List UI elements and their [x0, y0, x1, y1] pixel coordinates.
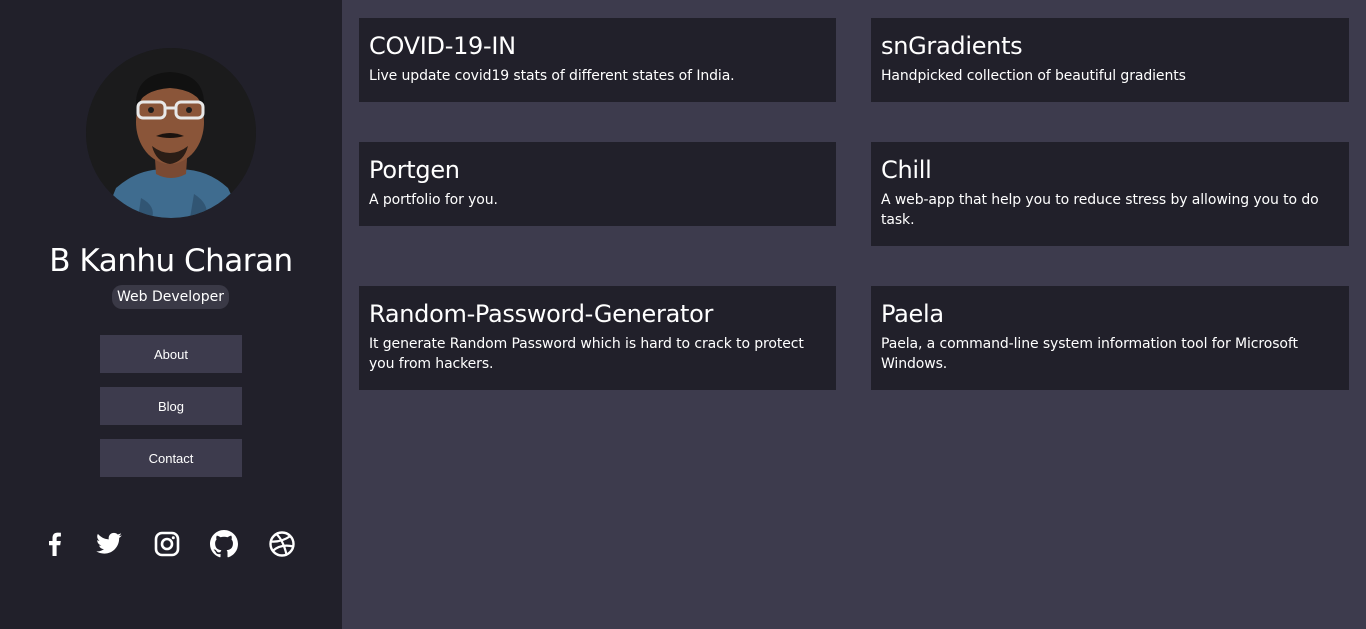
- twitter-icon[interactable]: [95, 530, 123, 558]
- project-description: Paela, a command-line system information…: [881, 336, 1298, 372]
- project-description: It generate Random Password which is har…: [369, 336, 804, 372]
- about-button[interactable]: About: [100, 335, 242, 373]
- project-title[interactable]: snGradients: [881, 30, 1339, 62]
- project-title[interactable]: Portgen: [369, 154, 826, 186]
- project-title[interactable]: Chill: [881, 154, 1339, 186]
- instagram-icon[interactable]: [153, 530, 181, 558]
- github-icon[interactable]: [210, 530, 238, 558]
- page: B Kanhu Charan Web Developer About Blog …: [0, 0, 1366, 629]
- project-title[interactable]: Random-Password-Generator: [369, 298, 826, 330]
- project-description: A web-app that help you to reduce stress…: [881, 192, 1319, 228]
- project-card[interactable]: snGradients Handpicked collection of bea…: [871, 18, 1349, 102]
- blog-button[interactable]: Blog: [100, 387, 242, 425]
- profile-name: B Kanhu Charan: [49, 243, 293, 279]
- contact-button[interactable]: Contact: [100, 439, 242, 477]
- project-description: Handpicked collection of beautiful gradi…: [881, 68, 1186, 84]
- project-card[interactable]: Random-Password-Generator It generate Ra…: [359, 286, 836, 390]
- project-description: Live update covid19 stats of different s…: [369, 68, 735, 84]
- project-card[interactable]: Chill A web-app that help you to reduce …: [871, 142, 1349, 246]
- avatar: [86, 48, 256, 218]
- project-title[interactable]: COVID-19-IN: [369, 30, 826, 62]
- project-card[interactable]: Paela Paela, a command-line system infor…: [871, 286, 1349, 390]
- project-card[interactable]: COVID-19-IN Live update covid19 stats of…: [359, 18, 836, 102]
- project-card[interactable]: Portgen A portfolio for you.: [359, 142, 836, 226]
- project-description: A portfolio for you.: [369, 192, 498, 208]
- dribbble-icon[interactable]: [268, 530, 296, 558]
- sidebar: B Kanhu Charan Web Developer About Blog …: [0, 0, 342, 629]
- profile-role-badge: Web Developer: [112, 285, 229, 309]
- project-title[interactable]: Paela: [881, 298, 1339, 330]
- facebook-icon[interactable]: [41, 530, 69, 558]
